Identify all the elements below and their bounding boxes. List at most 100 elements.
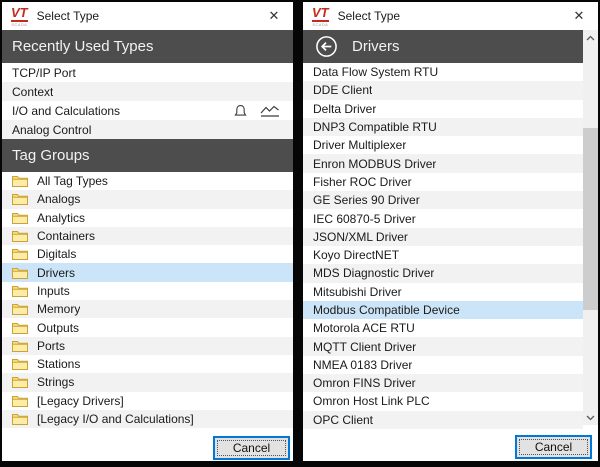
list-item[interactable]: Analog Control [2, 120, 293, 139]
folder-icon [12, 267, 28, 279]
list-item[interactable]: OPC Client [303, 410, 583, 429]
list-item-label: Drivers [37, 265, 75, 280]
list-item-selected[interactable]: Drivers [2, 263, 293, 282]
section-header-recently-used: Recently Used Types [2, 30, 293, 63]
cancel-button[interactable]: Cancel [515, 435, 592, 459]
section-header-label: Drivers [352, 38, 400, 55]
list-item-label: Enron MODBUS Driver [313, 156, 437, 171]
list-item[interactable]: Koyo DirectNET [303, 245, 583, 265]
vtscada-logo-icon: VT SCADA [312, 6, 329, 27]
list-item[interactable]: Data Flow System RTU [303, 63, 583, 82]
list-item[interactable]: MQTT Client Driver [303, 337, 583, 356]
list-item-label: Modbus Compatible Device [313, 303, 460, 317]
list-item[interactable]: Containers [2, 226, 293, 246]
folder-icon [12, 193, 28, 206]
folder-icon [12, 322, 28, 334]
folder-icon [12, 358, 28, 371]
list-item[interactable]: TCP/IP Port [2, 63, 293, 82]
list-item[interactable]: Digitals [2, 245, 293, 264]
list-item[interactable]: Omron Host Link PLC [303, 392, 583, 411]
titlebar: VT SCADA Select Type ✕ [303, 2, 598, 30]
list-item[interactable]: DNP3 Compatible RTU [303, 117, 583, 137]
list-item[interactable]: [Legacy Drivers] [2, 391, 293, 410]
list-item[interactable]: I/O and Calculations [2, 101, 293, 120]
list-item-label: Ports [37, 338, 66, 353]
list-item-label: Data Flow System RTU [313, 65, 439, 80]
list-item[interactable]: Memory [2, 300, 293, 319]
list-item-selected[interactable]: Modbus Compatible Device [303, 300, 583, 320]
list-item[interactable]: DDE Client [303, 81, 583, 100]
close-icon[interactable]: ✕ [264, 8, 284, 24]
drivers-list: Data Flow System RTU DDE Client Delta Driv… [303, 63, 583, 429]
list-item-label: IEC 60870-5 Driver [313, 211, 416, 226]
list-item[interactable]: Omron FINS Driver [303, 374, 583, 393]
titlebar: VT SCADA Select Type ✕ [2, 2, 293, 30]
list-item[interactable]: Context [2, 82, 293, 101]
list-item[interactable]: GE Series 90 Driver [303, 191, 583, 210]
list-item-label: [Legacy I/O and Calculations] [37, 412, 194, 426]
list-item[interactable]: Fisher ROC Driver [303, 172, 583, 192]
list-item[interactable]: JSON/XML Driver [303, 227, 583, 246]
list-item-label: Driver Multiplexer [313, 138, 407, 153]
list-item-label: Analytics [37, 210, 86, 225]
list-item[interactable]: NMEA 0183 Driver [303, 355, 583, 375]
list-item-label: DDE Client [313, 83, 373, 98]
list-item-label: Analog Control [12, 122, 92, 137]
cancel-button[interactable]: Cancel [213, 436, 290, 460]
list-item-label: Fisher ROC Driver [313, 174, 412, 189]
list-item[interactable]: Enron MODBUS Driver [303, 154, 583, 173]
list-item-label: [Legacy Drivers] [37, 393, 124, 408]
list-item-label: Outputs [37, 320, 80, 335]
folder-icon [12, 340, 28, 352]
bell-icon[interactable] [234, 104, 247, 118]
list-item-label: TCP/IP Port [12, 65, 76, 80]
list-item[interactable]: Motorola ACE RTU [303, 319, 583, 338]
list-item[interactable]: MDS Diagnostic Driver [303, 264, 583, 283]
list-item-label: OPC Client [313, 412, 374, 427]
list-item[interactable]: Outputs [2, 318, 293, 337]
scrollbar-thumb[interactable] [583, 128, 598, 310]
scrollbar[interactable] [583, 30, 598, 425]
list-item[interactable]: Analytics [2, 208, 293, 227]
folder-icon [12, 413, 28, 425]
logo-subtext: SCADA [312, 21, 329, 27]
logo-text: VT [312, 4, 329, 22]
list-item-label: Memory [37, 302, 81, 317]
list-item[interactable]: Analogs [2, 190, 293, 209]
folder-icon [12, 376, 28, 389]
list-item-label: MQTT Client Driver [313, 339, 417, 354]
section-header-drivers: Drivers [303, 30, 583, 63]
scroll-down-icon[interactable] [583, 410, 598, 425]
list-item-label: I/O and Calculations [12, 103, 121, 118]
folder-icon [12, 285, 28, 297]
list-item[interactable]: All Tag Types [2, 172, 293, 191]
list-item-label: Stations [37, 357, 81, 372]
list-item-label: Delta Driver [313, 101, 377, 116]
list-item-label: Analogs [37, 192, 81, 207]
list-item[interactable]: Inputs [2, 281, 293, 301]
list-item[interactable]: Delta Driver [303, 99, 583, 118]
recent-types-list: TCP/IP Port Context I/O and Calculations A… [2, 63, 293, 139]
back-button[interactable] [315, 35, 338, 58]
section-header-tag-groups: Tag Groups [2, 139, 293, 172]
folder-icon [12, 395, 28, 407]
list-item-label: MDS Diagnostic Driver [313, 266, 435, 281]
select-type-dialog-left: VT SCADA Select Type ✕ Recently Used Typ… [2, 2, 293, 461]
list-item[interactable]: IEC 60870-5 Driver [303, 209, 583, 228]
list-item-label: GE Series 90 Driver [313, 193, 420, 208]
scroll-up-icon[interactable] [583, 30, 598, 45]
screenshot-root: VT SCADA Select Type ✕ Recently Used Typ… [0, 0, 600, 467]
list-item-label: Koyo DirectNET [313, 248, 400, 263]
list-item[interactable]: Ports [2, 336, 293, 355]
list-item-label: Digitals [37, 247, 77, 262]
list-item[interactable]: Mitsubishi Driver [303, 282, 583, 301]
folder-icon [12, 175, 28, 188]
list-item[interactable]: Stations [2, 354, 293, 374]
close-icon[interactable]: ✕ [569, 8, 589, 24]
list-item[interactable]: Driver Multiplexer [303, 136, 583, 155]
list-item-label: Omron FINS Driver [313, 376, 416, 391]
trend-icon[interactable] [259, 104, 281, 118]
tag-groups-list: All Tag Types Analogs Analytics Containe… [2, 172, 293, 429]
list-item[interactable]: [Legacy I/O and Calculations] [2, 409, 293, 429]
list-item[interactable]: Strings [2, 373, 293, 392]
